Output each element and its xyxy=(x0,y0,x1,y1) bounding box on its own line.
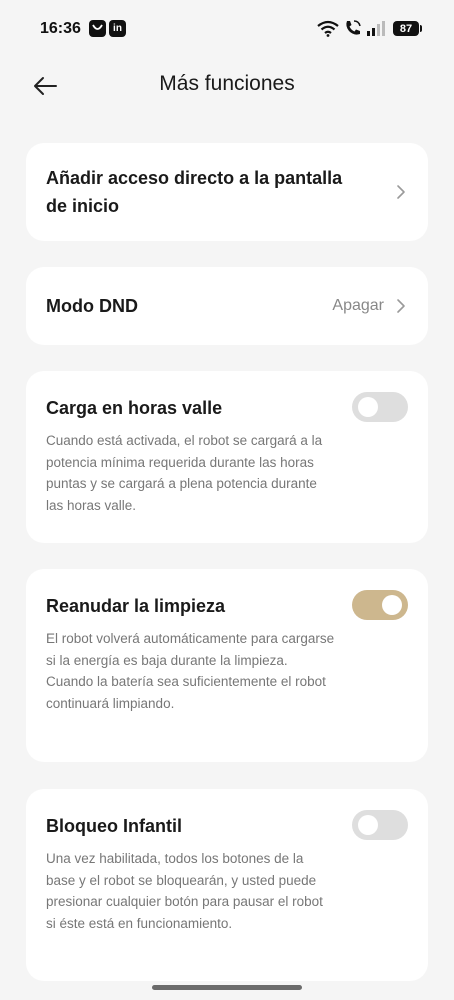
toggle-knob xyxy=(382,595,402,615)
add-shortcut-label: Añadir acceso directo a la pantalla de i… xyxy=(46,168,343,216)
home-indicator[interactable] xyxy=(152,985,302,990)
chevron-right-icon xyxy=(397,299,405,313)
linkedin-icon: in xyxy=(109,20,126,37)
offpeak-charging-toggle[interactable] xyxy=(352,392,408,422)
resume-cleaning-label: Reanudar la limpieza xyxy=(46,596,226,616)
dnd-mode-label: Modo DND xyxy=(46,296,138,316)
page-title: Más funciones xyxy=(159,72,295,95)
battery-indicator: 87 xyxy=(393,21,422,36)
chevron-right-icon xyxy=(397,185,405,199)
add-shortcut-row[interactable]: Añadir acceso directo a la pantalla de i… xyxy=(26,143,428,241)
offpeak-charging-card: Carga en horas valle Cuando está activad… xyxy=(26,371,428,543)
offpeak-charging-description: Cuando está activada, el robot se cargar… xyxy=(46,433,323,513)
signal-icon xyxy=(367,21,385,36)
status-bar: 16:36 in 87 xyxy=(0,0,454,58)
child-lock-label: Bloqueo Infantil xyxy=(46,816,182,836)
offpeak-charging-label: Carga en horas valle xyxy=(46,398,223,418)
child-lock-toggle[interactable] xyxy=(352,810,408,840)
status-time: 16:36 xyxy=(40,20,81,37)
resume-cleaning-description: El robot volverá automáticamente para ca… xyxy=(46,631,335,711)
resume-cleaning-card: Reanudar la limpieza El robot volverá au… xyxy=(26,569,428,762)
wifi-call-icon xyxy=(346,20,361,35)
toggle-knob xyxy=(358,815,378,835)
toggle-knob xyxy=(358,397,378,417)
wifi-icon xyxy=(317,20,339,37)
dnd-mode-value: Apagar xyxy=(332,297,384,314)
notification-app-icon xyxy=(89,20,106,37)
child-lock-description: Una vez habilitada, todos los botones de… xyxy=(46,851,323,931)
resume-cleaning-toggle[interactable] xyxy=(352,590,408,620)
header: Más funciones xyxy=(0,58,454,114)
dnd-mode-row[interactable]: Modo DND Apagar xyxy=(26,267,428,345)
child-lock-card: Bloqueo Infantil Una vez habilitada, tod… xyxy=(26,789,428,981)
